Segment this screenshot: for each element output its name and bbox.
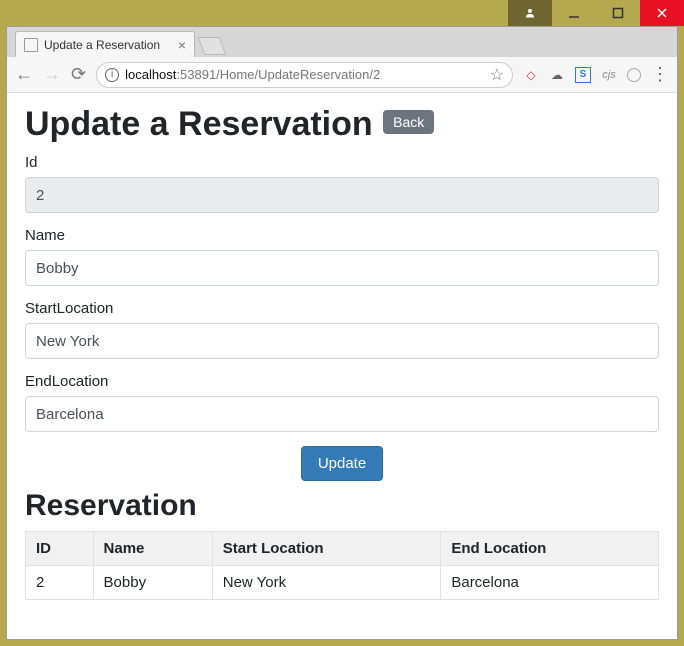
tab-title: Update a Reservation <box>44 38 160 52</box>
cell-end: Barcelona <box>441 566 659 600</box>
table-header-row: ID Name Start Location End Location <box>26 532 659 566</box>
cell-id: 2 <box>26 566 94 600</box>
browser-window: Update a Reservation × ← → ⟳ i localhost… <box>6 26 678 640</box>
start-location-input[interactable] <box>25 323 659 359</box>
tab-strip: Update a Reservation × <box>7 27 677 57</box>
update-button[interactable]: Update <box>301 446 383 481</box>
forward-icon: → <box>43 64 61 85</box>
table-row: 2 Bobby New York Barcelona <box>26 566 659 600</box>
close-button[interactable] <box>640 0 684 26</box>
name-input[interactable] <box>25 250 659 286</box>
cell-start: New York <box>212 566 441 600</box>
extension-icon-5[interactable] <box>627 68 641 82</box>
browser-menu-icon[interactable]: ⋮ <box>651 64 669 85</box>
cell-name: Bobby <box>93 566 212 600</box>
site-info-icon[interactable]: i <box>105 68 119 82</box>
page-title: Update a Reservation <box>25 105 373 144</box>
new-tab-button[interactable] <box>198 37 227 55</box>
minimize-button[interactable] <box>552 0 596 26</box>
maximize-button[interactable] <box>596 0 640 26</box>
extension-icon-1[interactable]: ◇ <box>523 67 539 83</box>
start-location-label: StartLocation <box>25 300 659 317</box>
browser-tab[interactable]: Update a Reservation × <box>15 31 195 57</box>
reload-icon[interactable]: ⟳ <box>71 64 86 85</box>
url-text: localhost:53891/Home/UpdateReservation/2 <box>125 67 484 82</box>
id-input <box>25 177 659 213</box>
back-button[interactable]: Back <box>383 110 434 134</box>
end-location-label: EndLocation <box>25 373 659 390</box>
address-bar[interactable]: i localhost:53891/Home/UpdateReservation… <box>96 62 513 88</box>
back-icon[interactable]: ← <box>15 64 33 85</box>
extension-icons: ◇ ☁ S cjs <box>523 67 641 83</box>
page-icon <box>24 38 38 52</box>
browser-toolbar: ← → ⟳ i localhost:53891/Home/UpdateReser… <box>7 57 677 93</box>
extension-icon-cjs[interactable]: cjs <box>601 67 617 83</box>
name-label: Name <box>25 227 659 244</box>
table-heading: Reservation <box>25 489 659 523</box>
id-label: Id <box>25 154 659 171</box>
user-icon[interactable] <box>508 0 552 26</box>
col-start: Start Location <box>212 532 441 566</box>
tab-close-icon[interactable]: × <box>178 37 186 53</box>
reservation-table: ID Name Start Location End Location 2 Bo… <box>25 531 659 600</box>
window-titlebar <box>0 0 684 26</box>
end-location-input[interactable] <box>25 396 659 432</box>
extension-icon-3[interactable]: S <box>575 67 591 83</box>
col-end: End Location <box>441 532 659 566</box>
extension-icon-2[interactable]: ☁ <box>549 67 565 83</box>
bookmark-star-icon[interactable]: ☆ <box>490 65 504 85</box>
col-name: Name <box>93 532 212 566</box>
col-id: ID <box>26 532 94 566</box>
page-content: Update a Reservation Back Id Name StartL… <box>7 93 677 639</box>
